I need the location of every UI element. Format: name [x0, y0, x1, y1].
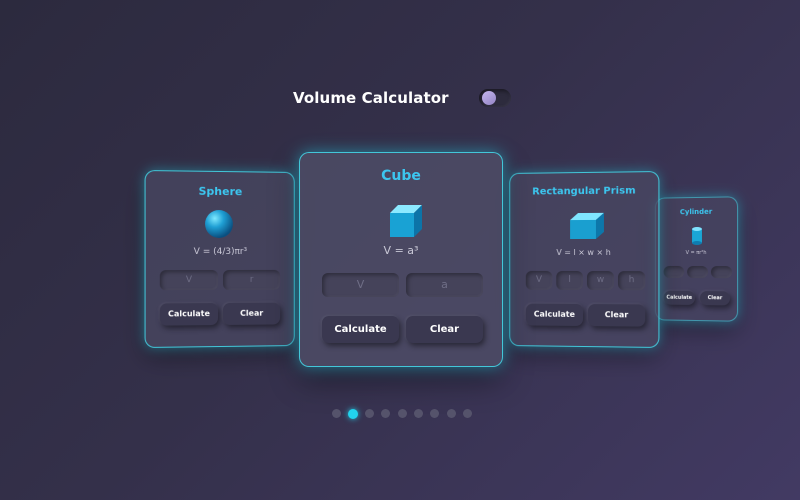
card-title: Cylinder: [679, 207, 713, 217]
length-input[interactable]: l: [556, 270, 584, 290]
cylinder-icon: [691, 226, 703, 246]
page-dot-8[interactable]: [447, 409, 456, 418]
cube-icon: [388, 203, 424, 239]
clear-button[interactable]: Clear: [699, 291, 730, 306]
toggle-knob: [482, 91, 496, 105]
card-title: Cube: [381, 168, 421, 184]
formula: V = l × w × h: [556, 247, 611, 258]
prism-icon: [568, 210, 606, 240]
width-input[interactable]: w: [586, 271, 614, 291]
page-dot-1[interactable]: [332, 409, 341, 418]
page-dot-4[interactable]: [381, 409, 390, 418]
page-dot-2[interactable]: [348, 408, 358, 419]
page-dot-5[interactable]: [398, 409, 407, 418]
formula: V = (4/3)πr³: [193, 246, 248, 258]
formula: V = a³: [383, 244, 419, 257]
theme-toggle[interactable]: [479, 89, 511, 107]
page-dot-7[interactable]: [430, 409, 439, 418]
page-dot-9[interactable]: [463, 409, 472, 418]
input-field[interactable]: [710, 266, 733, 279]
clear-button[interactable]: Clear: [587, 304, 646, 327]
volume-input[interactable]: V: [525, 270, 553, 290]
page-dot-6[interactable]: [414, 409, 423, 418]
radius-input[interactable]: r: [222, 269, 281, 290]
prism-card: Rectangular Prism V = l × w × h V l w h …: [509, 171, 660, 348]
volume-input[interactable]: V: [159, 270, 219, 291]
calculate-button[interactable]: Calculate: [322, 316, 399, 343]
volume-input[interactable]: V: [322, 273, 399, 297]
sphere-icon: [204, 209, 234, 239]
app-title: Volume Calculator: [293, 89, 449, 107]
clear-button[interactable]: Clear: [222, 302, 281, 325]
cube-card: Cube V = a³ V a Calculate Clear: [299, 152, 503, 367]
formula: V = πr²h: [685, 249, 707, 257]
side-input[interactable]: a: [406, 273, 483, 297]
calculate-button[interactable]: Calculate: [525, 303, 584, 326]
input-field[interactable]: [687, 265, 708, 279]
calculate-button[interactable]: Calculate: [159, 303, 219, 326]
cylinder-card: Cylinder V = πr²h Calculate Clear: [654, 196, 739, 322]
page-dot-3[interactable]: [365, 409, 374, 418]
height-input[interactable]: h: [617, 271, 646, 291]
card-title: Sphere: [198, 184, 243, 199]
input-field[interactable]: [663, 265, 685, 278]
clear-button[interactable]: Clear: [406, 316, 483, 343]
card-title: Rectangular Prism: [532, 185, 636, 198]
sphere-card: Sphere V = (4/3)πr³ V r Calculate Clear: [144, 169, 295, 349]
calculate-button[interactable]: Calculate: [663, 290, 696, 305]
